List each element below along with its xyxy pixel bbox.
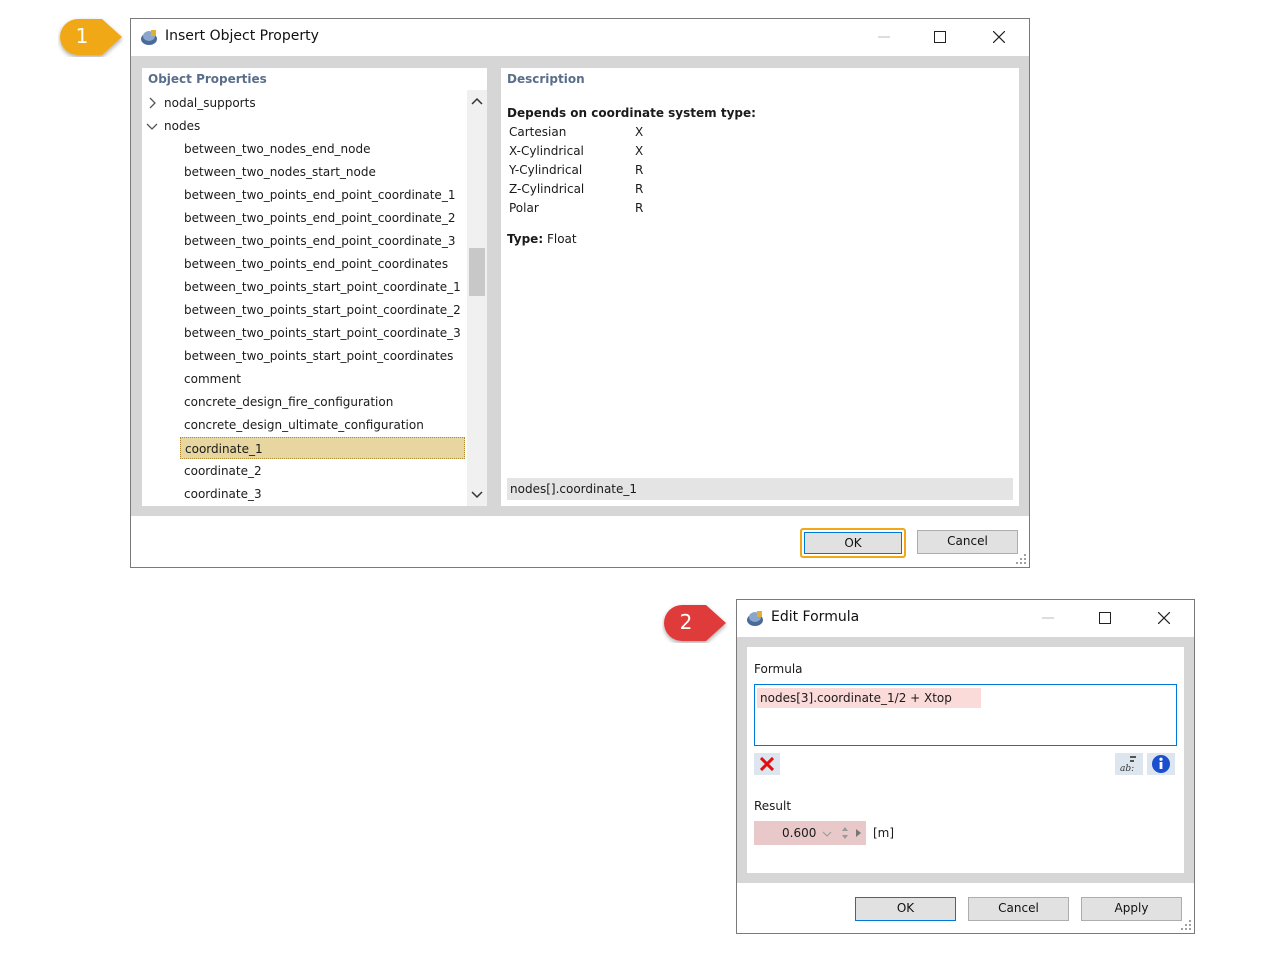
clear-formula-button[interactable] xyxy=(754,753,780,775)
formula-panel: Formula nodes[3].coordinate_1/2 + Xtop a… xyxy=(747,647,1184,873)
close-icon xyxy=(993,31,1005,43)
type-line: Type: Float xyxy=(507,232,577,246)
tree-item[interactable]: nodes xyxy=(164,115,200,137)
coord-system-name: Polar xyxy=(509,201,539,215)
tree-item[interactable]: between_two_points_start_point_coordinat… xyxy=(184,299,461,321)
description-panel: Description Depends on coordinate system… xyxy=(501,68,1019,506)
coord-system-value: X xyxy=(635,144,644,158)
tree-item[interactable]: between_two_points_end_point_coordinate_… xyxy=(184,230,455,252)
formula-text: nodes[3].coordinate_1/2 + Xtop xyxy=(757,688,981,708)
tree-item[interactable]: between_two_points_end_point_coordinate_… xyxy=(184,184,455,206)
tree-item[interactable]: between_two_points_start_point_coordinat… xyxy=(184,322,461,344)
content-area: Formula nodes[3].coordinate_1/2 + Xtop a… xyxy=(737,637,1194,883)
tree-item[interactable]: between_two_nodes_end_node xyxy=(184,138,371,160)
tree-item[interactable]: between_two_nodes_start_node xyxy=(184,161,376,183)
minimize-icon xyxy=(1042,617,1054,619)
type-value: Float xyxy=(546,232,577,246)
tree-item[interactable]: between_two_points_start_point_coordinat… xyxy=(184,345,453,367)
chevron-right-icon[interactable] xyxy=(146,97,158,109)
text-variable-icon: ab: xyxy=(1120,756,1136,773)
formula-label: Formula xyxy=(754,662,803,676)
tree-item[interactable]: concrete_design_fire_configuration xyxy=(184,391,393,413)
coord-system-name: Cartesian xyxy=(509,125,567,139)
red-x-icon xyxy=(760,757,774,771)
scroll-up-icon[interactable] xyxy=(467,94,487,110)
tree-item[interactable]: between_two_points_end_point_coordinate_… xyxy=(184,207,455,229)
tree-scrollbar[interactable] xyxy=(467,90,487,506)
callout-2: 2 xyxy=(662,603,726,643)
resize-grip-icon[interactable] xyxy=(1180,919,1192,931)
depends-label: Depends on coordinate system type: xyxy=(507,106,756,120)
description-header: Description xyxy=(507,72,585,86)
arrow-right-icon[interactable] xyxy=(855,828,863,838)
apply-button[interactable]: Apply xyxy=(1081,897,1182,921)
variables-button[interactable]: ab: xyxy=(1115,753,1143,775)
coord-system-name: Y-Cylindrical xyxy=(509,163,583,177)
title-bar: Edit Formula xyxy=(737,600,1194,636)
close-button[interactable] xyxy=(976,19,1022,55)
dialog-title: Edit Formula xyxy=(771,609,860,625)
tree-item[interactable]: coordinate_3 xyxy=(184,483,262,505)
cancel-button[interactable]: Cancel xyxy=(968,897,1069,921)
scroll-thumb[interactable] xyxy=(469,248,485,296)
tree-item[interactable]: coordinate_2 xyxy=(184,460,262,482)
insert-object-property-dialog: Insert Object Property Object Properties… xyxy=(130,18,1030,568)
coord-system-value: X xyxy=(635,125,644,139)
result-label: Result xyxy=(754,799,792,813)
coord-system-value: R xyxy=(635,201,644,215)
result-unit: [m] xyxy=(873,826,895,840)
tree-item[interactable]: between_two_points_start_point_coordinat… xyxy=(184,276,461,298)
app-icon xyxy=(747,611,763,626)
tree-item-selected[interactable]: coordinate_1 xyxy=(180,437,465,459)
maximize-button[interactable] xyxy=(917,19,963,55)
tree-item[interactable]: nodal_supports xyxy=(164,92,256,114)
edit-formula-dialog: Edit Formula Formula nodes[3].coordinate… xyxy=(736,599,1195,934)
coord-system-value: R xyxy=(635,182,644,196)
result-value: 0.600 xyxy=(782,826,817,840)
result-field[interactable]: 0.600 xyxy=(754,821,866,845)
close-button[interactable] xyxy=(1141,600,1187,636)
spin-arrows-icon[interactable] xyxy=(841,825,849,841)
chevron-down-icon[interactable] xyxy=(146,120,158,132)
maximize-button[interactable] xyxy=(1082,600,1128,636)
content-area: Object Properties nodal_supports nodes bet… xyxy=(131,56,1029,516)
app-icon xyxy=(141,30,157,45)
tree-item[interactable]: comment xyxy=(184,368,241,390)
object-properties-panel: Object Properties nodal_supports nodes bet… xyxy=(142,68,487,506)
tree-item[interactable]: between_two_points_end_point_coordinates xyxy=(184,253,448,275)
info-icon xyxy=(1152,755,1170,773)
title-bar: Insert Object Property xyxy=(131,19,1029,55)
tree-item[interactable]: concrete_design_ultimate_configuration xyxy=(184,414,424,436)
resize-grip-icon[interactable] xyxy=(1015,553,1027,565)
coord-system-name: Z-Cylindrical xyxy=(509,182,585,196)
chevron-down-icon[interactable] xyxy=(822,830,832,838)
object-properties-header: Object Properties xyxy=(148,72,267,86)
close-icon xyxy=(1158,612,1170,624)
maximize-icon xyxy=(1099,612,1111,624)
minimize-button[interactable] xyxy=(861,19,907,55)
maximize-icon xyxy=(934,31,946,43)
formula-input[interactable]: nodes[3].coordinate_1/2 + Xtop xyxy=(754,684,1177,746)
property-path-field: nodes[].coordinate_1 xyxy=(507,478,1013,500)
callout-number: 1 xyxy=(75,24,89,48)
minimize-button[interactable] xyxy=(1025,600,1071,636)
minimize-icon xyxy=(878,36,890,38)
cancel-button[interactable]: Cancel xyxy=(917,530,1018,554)
callout-1: 1 xyxy=(58,17,122,57)
ok-button[interactable]: OK xyxy=(804,532,902,554)
info-button[interactable] xyxy=(1147,753,1175,775)
ok-button[interactable]: OK xyxy=(855,897,956,921)
dialog-title: Insert Object Property xyxy=(165,28,319,44)
type-label: Type: xyxy=(507,232,544,246)
coord-system-name: X-Cylindrical xyxy=(509,144,584,158)
scroll-down-icon[interactable] xyxy=(467,486,487,502)
coord-system-value: R xyxy=(635,163,644,177)
callout-number: 2 xyxy=(679,610,693,634)
svg-text:ab:: ab: xyxy=(1120,764,1134,773)
